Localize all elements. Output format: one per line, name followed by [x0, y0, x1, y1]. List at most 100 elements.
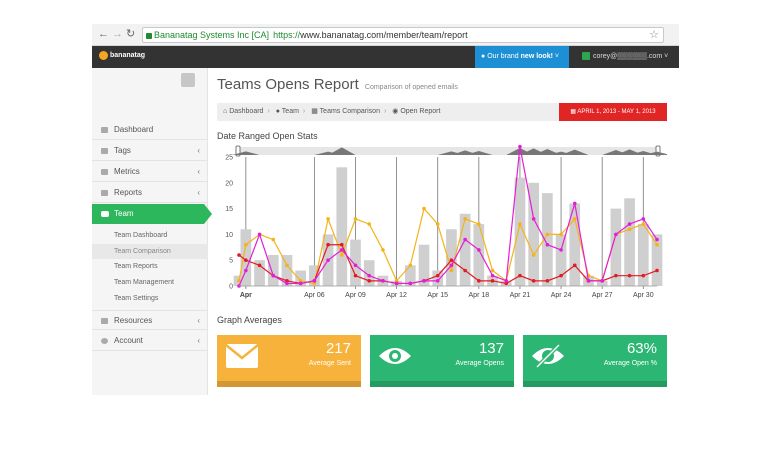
bar — [267, 255, 279, 286]
breadcrumb-teams-comparison[interactable]: Teams Comparison — [320, 108, 380, 115]
sidebar-item-metrics[interactable]: Metrics ‹ — [92, 162, 208, 182]
forward-icon[interactable]: → — [112, 28, 123, 41]
url-scheme: https:// — [273, 30, 301, 40]
sidebar-subitem-team-dashboard[interactable]: Team Dashboard — [92, 228, 208, 243]
series-point — [339, 242, 344, 247]
logo[interactable]: bananatag — [99, 51, 145, 60]
series-point — [435, 273, 440, 278]
series-point — [463, 217, 467, 221]
sidebar-subitem-team-reports[interactable]: Team Reports — [92, 259, 208, 274]
series-point — [326, 258, 330, 262]
open-stats-chart[interactable]: 0 5 10 15 20 25 Apr Apr 06 Apr 09 Apr 12 Apr 15 Apr… — [217, 143, 667, 318]
series-point — [490, 279, 495, 283]
series-point — [449, 258, 454, 262]
series-point — [463, 237, 467, 242]
bar — [350, 239, 361, 286]
page-title: Teams Opens Report Comparison of opened … — [217, 76, 458, 93]
user-email: corey@▒▒▒▒▒▒.com — [593, 53, 663, 60]
bar — [336, 167, 348, 286]
chevron-left-icon: ‹ — [197, 188, 200, 197]
page-title-text: Teams Opens Report — [217, 76, 359, 93]
breadcrumb-team[interactable]: Team — [282, 108, 299, 115]
brand-dot-icon: ● — [481, 53, 486, 60]
browser-window: ← → ↻ Bananatag Systems Inc [CA] https://… — [92, 24, 679, 395]
sidebar-item-label: Team — [114, 209, 134, 218]
sidebar-item-tags[interactable]: Tags ‹ — [92, 141, 208, 161]
sidebar-item-dashboard[interactable]: Dashboard — [92, 120, 208, 140]
ev-certificate-badge[interactable]: Bananatag Systems Inc [CA] — [146, 28, 269, 42]
user-menu[interactable]: corey@▒▒▒▒▒▒.com ˅ — [578, 46, 679, 68]
sidebar-subitem-team-settings[interactable]: Team Settings — [92, 291, 208, 306]
series-point — [435, 279, 440, 283]
brand-announcement-button[interactable]: ● Our brand new look! ˅ — [475, 46, 569, 68]
chart-icon: ▦ — [311, 108, 318, 115]
date-range-picker[interactable]: ▦ APRIL 1, 2013 - MAY 1, 2013 — [559, 103, 667, 121]
sidebar-item-label: Metrics — [114, 167, 140, 176]
sidebar-item-reports[interactable]: Reports ‹ — [92, 183, 208, 203]
resources-icon — [101, 318, 108, 324]
sidebar-toggle-icon[interactable] — [181, 73, 195, 87]
series-point — [531, 253, 536, 257]
series-point — [271, 273, 276, 278]
x-tick-label: Apr 15 — [427, 292, 448, 299]
series-point — [367, 273, 371, 278]
back-icon[interactable]: ← — [98, 28, 109, 41]
bookmark-star-icon[interactable]: ☆ — [649, 28, 659, 42]
main-content: Teams Opens Report Comparison of opened … — [208, 68, 679, 395]
series-point — [614, 232, 618, 237]
series-point — [298, 281, 303, 286]
address-bar[interactable]: Bananatag Systems Inc [CA] https://www.ba… — [142, 27, 664, 43]
sidebar-subitem-team-management[interactable]: Team Management — [92, 275, 208, 290]
reload-icon[interactable]: ↻ — [126, 28, 135, 41]
page-subtitle: Comparison of opened emails — [364, 84, 458, 91]
chevron-down-icon: ˅ — [554, 53, 559, 60]
series-point — [572, 201, 577, 206]
browser-toolbar: ← → ↻ Bananatag Systems Inc [CA] https://… — [92, 24, 679, 46]
series-point — [312, 279, 317, 283]
sidebar-item-resources[interactable]: Resources ‹ — [92, 310, 208, 330]
series-point — [627, 222, 632, 226]
sidebar-subitem-team-comparison[interactable]: Team Comparison — [92, 244, 208, 259]
brand-msg-bold: new look! — [520, 53, 553, 60]
sidebar-item-team[interactable]: Team — [92, 204, 212, 224]
series-point — [285, 263, 289, 268]
sidebar-item-label: Reports — [114, 188, 143, 197]
x-tick-label: Apr 09 — [345, 292, 366, 299]
bar — [473, 224, 485, 286]
x-tick-label: Apr 21 — [510, 292, 531, 299]
breadcrumb-dashboard[interactable]: Dashboard — [229, 108, 263, 115]
series-point — [381, 279, 385, 283]
tag-icon — [101, 148, 108, 154]
y-tick-label: 25 — [225, 155, 233, 162]
chevron-left-icon: ‹ — [197, 336, 200, 345]
series-point — [244, 242, 248, 247]
series-point — [490, 268, 495, 273]
series-point — [285, 281, 289, 286]
bar — [651, 234, 663, 286]
series-point — [545, 232, 550, 237]
eye-slash-icon — [532, 343, 564, 369]
date-range-text: APRIL 1, 2013 - MAY 1, 2013 — [577, 109, 656, 115]
series-point — [518, 144, 522, 149]
average-open-pct-label: Average Open % — [603, 360, 657, 367]
sidebar-item-label: Account — [114, 336, 143, 345]
series-point — [257, 263, 262, 268]
x-tick-label: Apr 27 — [592, 292, 613, 299]
avatar — [582, 52, 590, 61]
sidebar-item-account[interactable]: Account ‹ — [92, 331, 208, 351]
series-point — [408, 281, 413, 286]
series-point — [518, 273, 522, 278]
series-point — [655, 242, 659, 247]
series-point — [408, 263, 413, 268]
series-point — [655, 237, 659, 242]
y-tick-label: 0 — [229, 284, 233, 291]
series-point — [449, 263, 454, 268]
series-point — [504, 279, 509, 283]
card-shade — [370, 381, 514, 387]
series-point — [244, 258, 248, 262]
sidebar-item-label: Resources — [114, 316, 153, 325]
series-point — [627, 227, 632, 232]
series-point — [326, 242, 330, 247]
series-point — [477, 248, 481, 252]
series-point — [545, 242, 550, 247]
